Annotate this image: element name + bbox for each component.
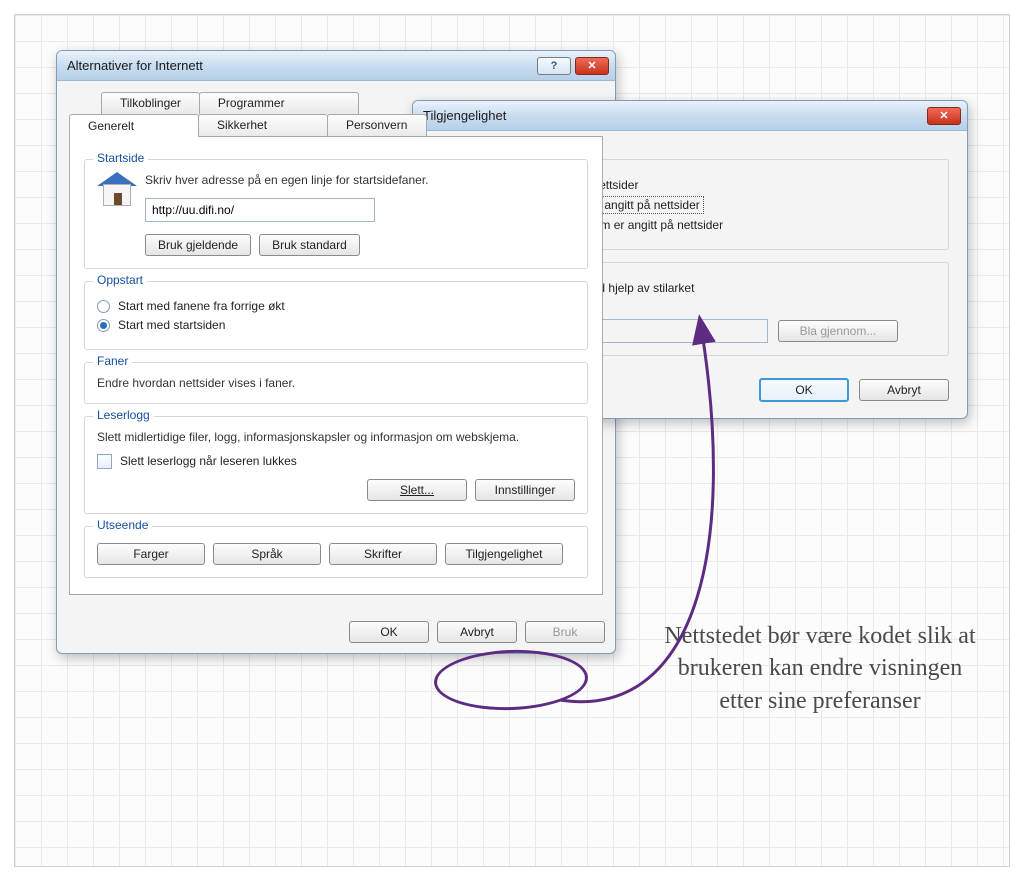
radio-label: Start med fanene fra forrige økt <box>118 299 285 313</box>
browse-button[interactable]: Bla gjennom... <box>778 320 898 342</box>
group-faner: Faner Endre hvordan nettsider vises i fa… <box>84 362 588 404</box>
use-default-button[interactable]: Bruk standard <box>259 234 360 256</box>
legend-utseende: Utseende <box>93 518 152 532</box>
group-oppstart: Oppstart Start med fanene fra forrige øk… <box>84 281 588 350</box>
radio-last-session[interactable]: Start med fanene fra forrige økt <box>97 299 575 313</box>
group-leserlogg: Leserlogg Slett midlertidige filer, logg… <box>84 416 588 513</box>
startside-desc: Skriv hver adresse på en egen linje for … <box>145 172 575 188</box>
tab-personvern[interactable]: Personvern <box>327 114 427 137</box>
help-button[interactable]: ? <box>537 57 571 75</box>
delete-button[interactable]: Slett... <box>367 479 467 501</box>
tab-programmer[interactable]: Programmer <box>199 92 359 114</box>
cancel-button[interactable]: Avbryt <box>859 379 949 401</box>
tab-body: Startside Skriv hver adresse på en egen … <box>69 136 603 595</box>
tab-sikkerhet[interactable]: Sikkerhet <box>198 114 328 137</box>
checkbox-delete-on-close[interactable]: Slett leserlogg når leseren lukkes <box>97 454 575 469</box>
language-button[interactable]: Språk <box>213 543 321 565</box>
titlebar[interactable]: Tilgjengelighet <box>413 101 967 131</box>
internet-options-dialog: Alternativer for Internett ? Tilkoblinge… <box>56 50 616 654</box>
home-icon <box>97 172 137 208</box>
homepage-input[interactable] <box>145 198 375 222</box>
close-button[interactable] <box>575 57 609 75</box>
legend-faner: Faner <box>93 354 132 368</box>
ok-button[interactable]: OK <box>349 621 429 643</box>
ok-button[interactable]: OK <box>759 378 849 402</box>
dialog-footer: OK Avbryt Bruk <box>57 607 615 653</box>
close-button[interactable] <box>927 107 961 125</box>
legend-oppstart: Oppstart <box>93 273 147 287</box>
group-startside: Startside Skriv hver adresse på en egen … <box>84 159 588 269</box>
fonts-button[interactable]: Skrifter <box>329 543 437 565</box>
leserlogg-desc: Slett midlertidige filer, logg, informas… <box>97 429 575 445</box>
annotation-text: Nettstedet bør være kodet slik at bruker… <box>660 620 980 717</box>
tab-tilkoblinger[interactable]: Tilkoblinger <box>101 92 200 114</box>
titlebar[interactable]: Alternativer for Internett ? <box>57 51 615 81</box>
legend-leserlogg: Leserlogg <box>93 408 154 422</box>
radio-start-homepage[interactable]: Start med startsiden <box>97 318 575 332</box>
dialog-title: Tilgjengelighet <box>423 108 506 123</box>
colors-button[interactable]: Farger <box>97 543 205 565</box>
cancel-button[interactable]: Avbryt <box>437 621 517 643</box>
apply-button[interactable]: Bruk <box>525 621 605 643</box>
checkbox-label: Slett leserlogg når leseren lukkes <box>120 454 297 468</box>
use-current-button[interactable]: Bruk gjeldende <box>145 234 251 256</box>
legend-startside: Startside <box>93 151 148 165</box>
dialog-title: Alternativer for Internett <box>67 58 203 73</box>
settings-button[interactable]: Innstillinger <box>475 479 575 501</box>
faner-desc: Endre hvordan nettsider vises i faner. <box>97 375 575 391</box>
accessibility-button[interactable]: Tilgjengelighet <box>445 543 563 565</box>
group-utseende: Utseende Farger Språk Skrifter Tilgjenge… <box>84 526 588 578</box>
radio-label: Start med startsiden <box>118 318 225 332</box>
tab-generelt[interactable]: Generelt <box>69 114 199 137</box>
